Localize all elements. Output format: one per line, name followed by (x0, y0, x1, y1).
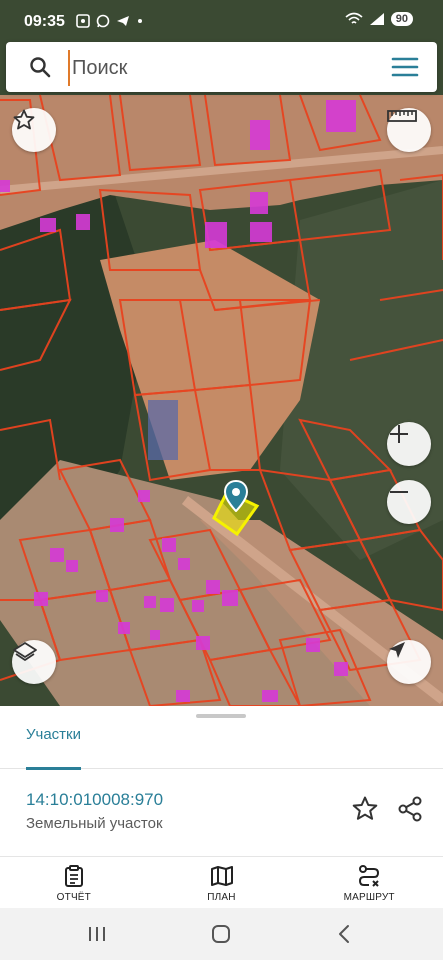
menu-icon[interactable] (391, 55, 419, 79)
report-label: ОТЧЁТ (56, 891, 91, 903)
system-nav-bar (0, 908, 443, 960)
battery-icon: 90 (390, 12, 413, 26)
recents-icon[interactable] (83, 922, 111, 946)
parcel-list-item[interactable]: 14:10:010008:970 Земельный участок (0, 768, 443, 861)
plan-label: ПЛАН (207, 891, 236, 903)
favorites-star-icon (13, 109, 35, 130)
search-icon[interactable] (28, 55, 52, 79)
status-bar: 09:35 90 (0, 0, 443, 44)
drag-handle[interactable] (196, 714, 246, 718)
bottom-nav: ОТЧЁТ ПЛАН МАРШРУТ (0, 856, 443, 909)
screenshot-icon (76, 14, 90, 28)
back-icon[interactable] (331, 922, 359, 946)
tab-parcels-label: Участки (26, 726, 81, 743)
whatsapp-icon (96, 14, 110, 28)
parcel-cadastral-number[interactable]: 14:10:010008:970 (26, 790, 163, 810)
dot-icon (138, 19, 142, 23)
favorites-button[interactable] (12, 108, 56, 152)
tab-bar: Участки (0, 724, 443, 770)
search-input[interactable] (68, 50, 374, 86)
location-pin-icon[interactable] (223, 480, 249, 512)
report-button[interactable]: ОТЧЁТ (0, 857, 148, 909)
zoom-out-button[interactable] (387, 480, 431, 524)
status-time: 09:35 (24, 13, 65, 30)
telegram-icon (117, 16, 129, 26)
tab-parcels[interactable]: Участки (26, 725, 81, 770)
map-view[interactable] (0, 0, 443, 706)
wifi-icon (345, 12, 363, 24)
favorite-star-icon[interactable] (350, 794, 380, 824)
report-clipboard-icon (64, 864, 83, 887)
search-bar (6, 42, 437, 92)
zoom-out-icon (390, 491, 408, 493)
share-icon[interactable] (395, 794, 425, 824)
ruler-icon (387, 110, 417, 122)
my-location-button[interactable] (387, 640, 431, 684)
route-label: МАРШРУТ (343, 891, 395, 903)
my-location-icon (389, 642, 405, 658)
home-icon[interactable] (207, 922, 235, 946)
parcel-type: Земельный участок (26, 815, 163, 832)
zoom-in-button[interactable] (387, 422, 431, 466)
plan-button[interactable]: ПЛАН (148, 857, 296, 909)
ruler-button[interactable] (387, 108, 431, 152)
zoom-in-icon (390, 425, 408, 443)
layers-button[interactable] (12, 640, 56, 684)
layers-icon (13, 642, 37, 661)
map-canvas[interactable] (0, 0, 443, 706)
route-button[interactable]: МАРШРУТ (295, 857, 443, 909)
route-icon (359, 864, 380, 887)
signal-icon (369, 13, 384, 25)
map-plan-icon (210, 865, 233, 886)
